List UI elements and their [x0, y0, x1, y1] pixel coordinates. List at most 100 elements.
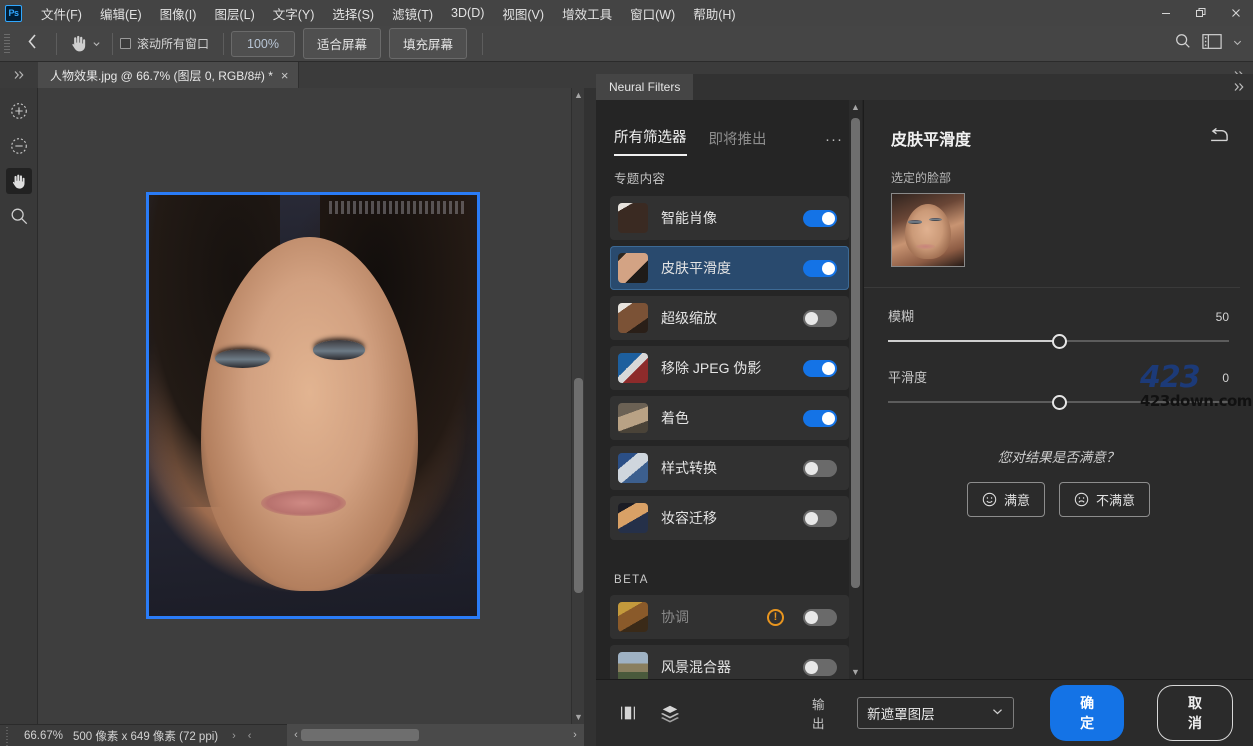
slider-track[interactable]	[888, 333, 1229, 349]
filter-row[interactable]: 妆容迁移	[610, 496, 849, 540]
status-collapse-icon[interactable]: ‹	[242, 730, 258, 742]
menu-item[interactable]: 文件(F)	[32, 0, 91, 27]
document-image[interactable]	[146, 192, 480, 619]
scroll-down-icon[interactable]: ▼	[849, 665, 862, 679]
split-preview-icon[interactable]	[618, 703, 638, 723]
scroll-down-icon[interactable]: ▼	[572, 710, 584, 724]
scrollbar-thumb[interactable]	[851, 118, 860, 588]
menu-item[interactable]: 选择(S)	[323, 0, 383, 27]
filter-row[interactable]: 风景混合器	[610, 645, 849, 679]
canvas-area[interactable]: ▲ ▼	[38, 88, 584, 724]
feedback-unsatisfied-button[interactable]: 不满意	[1059, 482, 1150, 517]
filter-row[interactable]: 智能肖像	[610, 196, 849, 240]
filter-row[interactable]: 移除 JPEG 伪影	[610, 346, 849, 390]
filter-section-title: 专题内容	[596, 156, 863, 196]
feedback-satisfied-button[interactable]: 满意	[967, 482, 1045, 517]
filter-toggle[interactable]	[803, 659, 837, 676]
cancel-button[interactable]: 取消	[1157, 685, 1233, 741]
options-bar-grip[interactable]	[4, 34, 10, 54]
filter-thumbnail	[618, 453, 648, 483]
feedback-unsatisfied-label: 不满意	[1096, 490, 1135, 509]
search-icon[interactable]	[1174, 32, 1192, 55]
filter-toggle[interactable]	[803, 410, 837, 427]
tab-all-filters[interactable]: 所有筛选器	[614, 126, 687, 156]
close-button[interactable]	[1218, 0, 1253, 26]
filter-toggle[interactable]	[803, 260, 837, 277]
filter-name: 妆容迁移	[661, 508, 790, 528]
slider-handle[interactable]	[1052, 334, 1067, 349]
scroll-up-icon[interactable]: ▲	[849, 100, 862, 114]
filter-row[interactable]: 协调!	[610, 595, 849, 639]
menu-item[interactable]: 窗口(W)	[621, 0, 684, 27]
filter-toggle[interactable]	[803, 210, 837, 227]
active-tool-hand[interactable]	[64, 31, 105, 56]
magnifier-tool-icon[interactable]	[6, 203, 32, 229]
filter-overflow-menu-icon[interactable]: ···	[825, 131, 843, 156]
filter-toggle[interactable]	[803, 510, 837, 527]
menu-item[interactable]: 图像(I)	[151, 0, 206, 27]
zoom-out-tool-icon[interactable]	[6, 133, 32, 159]
slider-block: 模糊50	[864, 306, 1253, 349]
smiley-sad-icon	[1074, 492, 1089, 507]
panel-overflow-icon[interactable]	[1225, 74, 1253, 100]
menu-item[interactable]: 编辑(E)	[91, 0, 151, 27]
selected-face-thumbnail[interactable]	[891, 193, 965, 267]
menu-item[interactable]: 帮助(H)	[684, 0, 744, 27]
menu-item[interactable]: 3D(D)	[442, 2, 493, 24]
slider-track[interactable]	[888, 394, 1229, 410]
tab-coming-soon[interactable]: 即将推出	[709, 128, 767, 156]
filter-row[interactable]: 皮肤平滑度	[610, 246, 849, 290]
hand-tool-icon[interactable]	[6, 168, 32, 194]
status-zoom-level[interactable]: 66.67%	[14, 730, 73, 742]
feedback-satisfied-label: 满意	[1004, 490, 1030, 509]
filter-toggle[interactable]	[803, 609, 837, 626]
ok-button[interactable]: 确定	[1050, 685, 1124, 741]
menu-item[interactable]: 滤镜(T)	[383, 0, 442, 27]
scroll-all-windows-checkbox[interactable]: 滚动所有窗口	[120, 35, 209, 52]
tool-strip	[0, 88, 38, 746]
filter-list-scrollbar[interactable]: ▲ ▼	[849, 100, 862, 679]
output-dropdown[interactable]: 新遮罩图层	[857, 697, 1014, 729]
filter-thumbnail	[618, 353, 648, 383]
menu-item[interactable]: 增效工具	[553, 0, 621, 27]
document-tab[interactable]: 人物效果.jpg @ 66.7% (图层 0, RGB/8#) * ×	[38, 62, 299, 88]
scrollbar-thumb[interactable]	[301, 729, 419, 741]
filter-toggle[interactable]	[803, 310, 837, 327]
canvas-vertical-scrollbar[interactable]: ▲ ▼	[571, 88, 584, 724]
scroll-up-icon[interactable]: ▲	[572, 88, 584, 102]
zoom-level-button[interactable]: 100%	[231, 31, 295, 57]
minimize-button[interactable]	[1148, 0, 1183, 26]
detail-pane-scrollbar[interactable]	[1240, 100, 1253, 679]
back-chevron-icon[interactable]	[16, 33, 49, 55]
filter-row[interactable]: 样式转换	[610, 446, 849, 490]
panel-tab-bar: Neural Filters	[596, 74, 1253, 100]
status-expand-icon[interactable]: ›	[226, 730, 242, 742]
scrollbar-thumb[interactable]	[574, 378, 583, 593]
filter-toggle[interactable]	[803, 360, 837, 377]
layers-icon[interactable]	[660, 703, 680, 723]
filter-thumbnail	[618, 652, 648, 679]
warning-icon[interactable]: !	[767, 609, 784, 626]
tab-bar-grip[interactable]	[0, 62, 38, 88]
zoom-in-tool-icon[interactable]	[6, 98, 32, 124]
reset-arrow-icon[interactable]	[1209, 128, 1231, 149]
workspace-panel-icon[interactable]	[1202, 33, 1222, 55]
status-bar-grip[interactable]	[0, 725, 14, 746]
tab-neural-filters[interactable]: Neural Filters	[596, 74, 693, 100]
slider-label: 平滑度	[888, 367, 927, 386]
filter-row[interactable]: 超级缩放	[610, 296, 849, 340]
restore-button[interactable]	[1183, 0, 1218, 26]
scroll-right-icon[interactable]: ›	[566, 729, 584, 741]
fill-screen-button[interactable]: 填充屏幕	[389, 28, 467, 59]
filter-row[interactable]: 着色	[610, 396, 849, 440]
menu-item[interactable]: 图层(L)	[205, 0, 263, 27]
slider-handle[interactable]	[1052, 395, 1067, 410]
workspace-chevron-down-icon[interactable]	[1232, 35, 1243, 53]
close-icon[interactable]: ×	[281, 68, 289, 83]
filter-toggle[interactable]	[803, 460, 837, 477]
fit-screen-button[interactable]: 适合屏幕	[303, 28, 381, 59]
menu-item[interactable]: 文字(Y)	[264, 0, 324, 27]
menu-item[interactable]: 视图(V)	[493, 0, 553, 27]
canvas-horizontal-scrollbar[interactable]: ‹ ›	[287, 724, 584, 746]
face-detail	[916, 244, 935, 248]
